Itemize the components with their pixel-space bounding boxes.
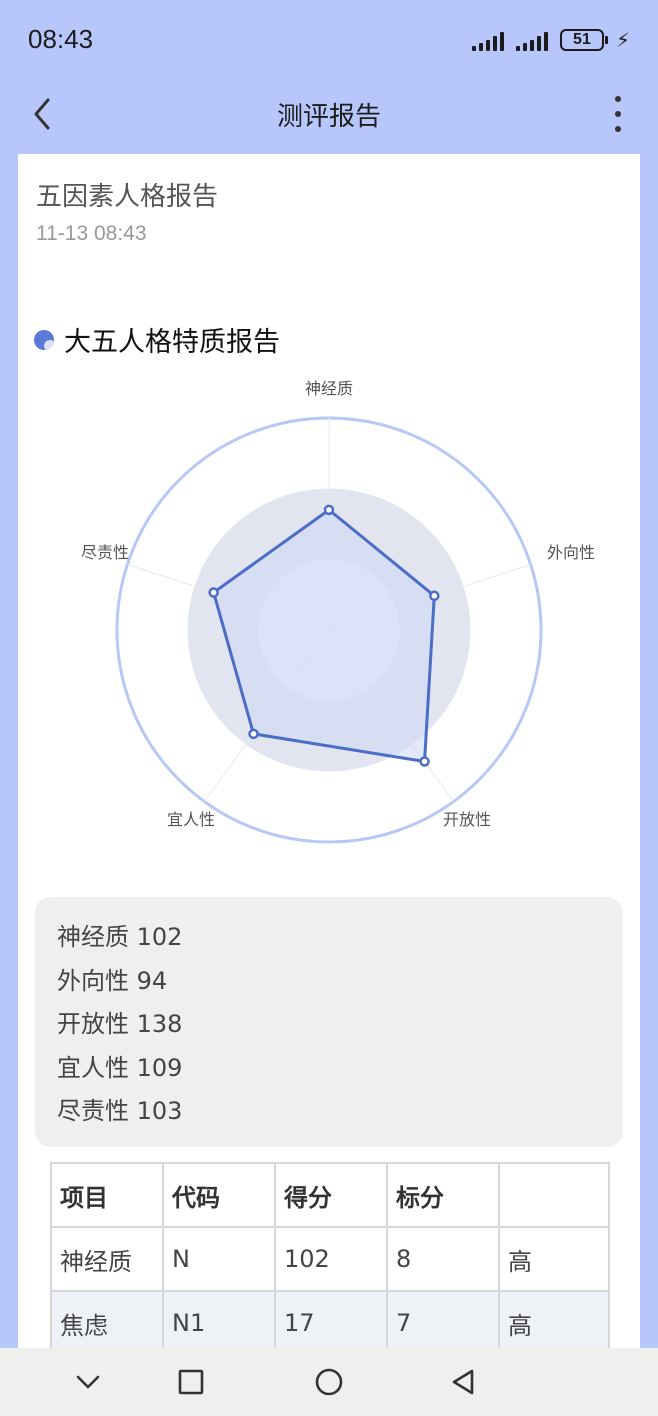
- table-row: 焦虑 N1 17 7 高: [50, 1290, 610, 1348]
- report-card: 五因素人格报告 11-13 08:43 大五人格特质报告 神经质 外向性 开放性 宜人…: [18, 154, 640, 1348]
- square-icon: [178, 1369, 204, 1395]
- table-header-row: 项目 代码 得分 标分: [50, 1162, 610, 1228]
- radar-indicator-label: 开放性: [443, 810, 491, 829]
- table-header-cell: 代码: [162, 1162, 276, 1228]
- table-cell: N1: [162, 1290, 276, 1348]
- table-cell: 焦虑: [50, 1290, 164, 1348]
- signal-icon: [471, 29, 504, 51]
- report-title: 五因素人格报告: [36, 182, 219, 212]
- table-cell: 7: [386, 1290, 500, 1348]
- charging-icon: ⚡: [615, 28, 630, 52]
- system-nav-bar: [0, 1348, 658, 1416]
- table-cell: 高: [498, 1290, 610, 1348]
- more-dot-icon: [615, 126, 621, 132]
- radar-indicator-label: 神经质: [305, 379, 353, 398]
- score-line: 外向性 94: [57, 966, 168, 995]
- battery-level: 51: [573, 31, 591, 48]
- radar-data-point: [248, 728, 259, 740]
- status-bar: 08:43 51 ⚡: [0, 0, 658, 80]
- radar-data-point: [419, 756, 430, 767]
- nav-hide-button[interactable]: [72, 1366, 104, 1398]
- table-header-cell: 项目: [50, 1162, 164, 1228]
- score-summary: 神经质 102 外向性 94 开放性 138 宜人性 109 尽责性 103: [35, 897, 623, 1147]
- signal-icon: [515, 29, 548, 51]
- triangle-back-icon: [452, 1369, 474, 1395]
- table-cell: 高: [498, 1226, 610, 1292]
- score-line: 尽责性 103: [57, 1097, 183, 1125]
- table-header-cell: 标分: [386, 1162, 500, 1228]
- content-area[interactable]: 五因素人格报告 11-13 08:43 大五人格特质报告 神经质 外向性 开放性 宜人…: [0, 154, 658, 1348]
- table-cell: 神经质: [50, 1226, 164, 1292]
- nav-home-button[interactable]: [313, 1366, 345, 1398]
- app-bar: 测评报告: [0, 80, 658, 154]
- score-line: 开放性 138: [57, 1010, 183, 1038]
- radar-indicator-label: 外向性: [547, 543, 595, 562]
- radar-data-point: [208, 587, 219, 598]
- radar-chart: 神经质外向性开放性 宜人性 尽责性: [81, 379, 595, 844]
- score-line: 宜人性 109: [57, 1053, 183, 1082]
- chevron-down-icon: [76, 1375, 100, 1389]
- nav-back-button[interactable]: [448, 1366, 480, 1398]
- table-cell: 102: [274, 1226, 388, 1292]
- battery-icon: 51: [559, 29, 608, 51]
- status-icons: 51 ⚡: [471, 26, 630, 54]
- score-line: 神经质 102: [57, 923, 183, 951]
- radar-data-point: [429, 590, 440, 602]
- radar-data-point: [323, 504, 335, 516]
- report-time: 11-13 08:43: [36, 222, 147, 245]
- radar-indicator-label: 尽责性: [81, 543, 129, 562]
- table-row: 神经质 N 102 8 高: [50, 1226, 610, 1292]
- radar-indicator-label: 宜人性: [167, 810, 215, 829]
- status-time: 08:43: [28, 24, 94, 54]
- score-table: 项目 代码 得分 标分 神经质 N 102 8 高 焦虑 N1 17 7 高: [50, 1162, 610, 1348]
- more-options-button[interactable]: [608, 94, 628, 134]
- section-bullet-icon: [34, 329, 54, 350]
- table-cell: N: [162, 1226, 276, 1292]
- circle-icon: [315, 1368, 343, 1396]
- more-dot-icon: [615, 96, 621, 102]
- section-title: 大五人格特质报告: [64, 327, 280, 358]
- table-header-cell: 得分: [274, 1162, 388, 1228]
- table-cell: 17: [274, 1290, 388, 1348]
- section-header: 大五人格特质报告: [34, 320, 280, 359]
- more-dot-icon: [615, 111, 621, 117]
- table-cell: 8: [386, 1226, 500, 1292]
- table-header-cell: [498, 1162, 610, 1228]
- nav-recents-button[interactable]: [175, 1366, 207, 1398]
- page-title: 测评报告: [276, 102, 381, 132]
